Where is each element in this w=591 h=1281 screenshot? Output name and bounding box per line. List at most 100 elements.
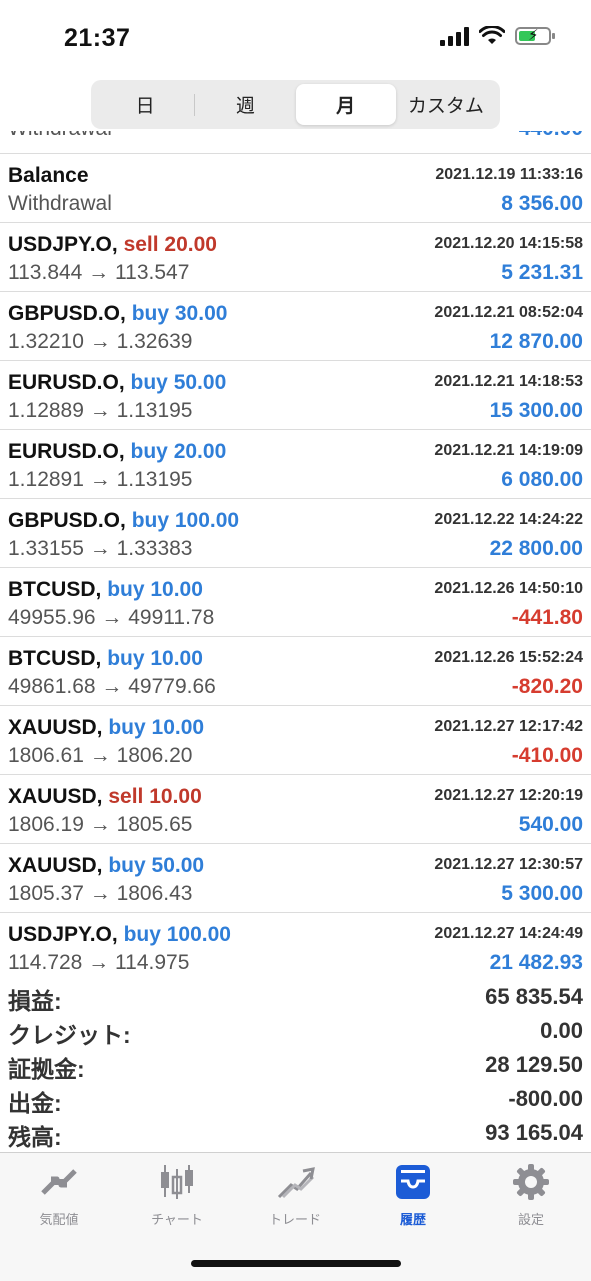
row-datetime: 2021.12.19 11:33:16: [435, 166, 583, 183]
wifi-icon: [479, 26, 505, 44]
row-title: GBPUSD.O, buy 30.00: [8, 302, 227, 326]
row-symbol: EURUSD.O,: [8, 440, 125, 463]
status-bar: 21:37 ⚡: [0, 0, 591, 78]
row-symbol: GBPUSD.O,: [8, 302, 126, 325]
row-title: BTCUSD, buy 10.00: [8, 578, 203, 602]
summary-label: クレジット:: [8, 1022, 131, 1048]
tab-label: 設定: [517, 1212, 544, 1227]
row-title: EURUSD.O, buy 20.00: [8, 440, 226, 464]
tab-trade[interactable]: トレード: [236, 1163, 354, 1228]
row-side: sell 20.00: [123, 233, 217, 256]
quotes-icon: [41, 1169, 77, 1195]
tab-label: 気配値: [39, 1212, 79, 1227]
history-row-partial[interactable]: Withdrawal 440.00: [0, 131, 591, 154]
summary-row: 損益: 65 835.54: [0, 980, 591, 1014]
summary-value: 0.00: [540, 1018, 583, 1043]
status-time: 21:37: [64, 24, 131, 52]
history-row[interactable]: USDJPY.O, sell 20.00 2021.12.20 14:15:58 1…: [0, 223, 591, 292]
summary-label: 損益:: [8, 988, 62, 1014]
row-side: buy 10.00: [107, 647, 203, 670]
row-amount: 8 356.00: [501, 192, 583, 215]
tab-chart[interactable]: チャート: [118, 1163, 236, 1228]
row-datetime: 2021.12.21 08:52:04: [434, 304, 583, 321]
row-title: USDJPY.O, sell 20.00: [8, 233, 217, 257]
history-row[interactable]: XAUUSD, sell 10.00 2021.12.27 12:20:19 180…: [0, 775, 591, 844]
segment-custom[interactable]: カスタム: [396, 84, 496, 125]
row-detail: 1.32210 → 1.32639: [8, 330, 193, 353]
row-symbol: GBPUSD.O,: [8, 509, 126, 532]
summary-label: 出金:: [8, 1090, 62, 1116]
row-amount: -441.80: [511, 606, 583, 629]
history-row[interactable]: GBPUSD.O, buy 30.00 2021.12.21 08:52:04 1.…: [0, 292, 591, 361]
summary-row: 出金: -800.00: [0, 1082, 591, 1116]
row-detail: 114.728 → 114.975: [8, 951, 190, 971]
row-side: buy 100.00: [131, 509, 240, 532]
row-side: buy 50.00: [108, 854, 205, 877]
row-datetime: 2021.12.27 12:20:19: [434, 787, 583, 804]
tab-quotes[interactable]: 気配値: [0, 1163, 118, 1228]
history-row[interactable]: BTCUSD, buy 10.00 2021.12.26 15:52:24 4986…: [0, 637, 591, 706]
row-side: buy 20.00: [130, 440, 227, 463]
segment-week[interactable]: 週: [195, 84, 295, 125]
history-row[interactable]: EURUSD.O, buy 50.00 2021.12.21 14:18:53 1.…: [0, 361, 591, 430]
row-detail: 1.33155 → 1.33383: [8, 537, 193, 560]
row-symbol: BTCUSD,: [8, 578, 102, 601]
row-detail: 1806.61 → 1806.20: [8, 744, 193, 767]
row-datetime: 2021.12.27 14:24:49: [434, 925, 583, 942]
tab-history[interactable]: 履歴: [354, 1163, 472, 1228]
row-datetime: 2021.12.20 14:15:58: [434, 235, 583, 252]
row-title: Balance: [8, 164, 89, 188]
row-datetime: 2021.12.21 14:18:53: [434, 373, 583, 390]
history-row[interactable]: Balance 2021.12.19 11:33:16 Withdrawal 8 35…: [0, 154, 591, 223]
row-amount: 22 800.00: [489, 537, 583, 560]
segment-month[interactable]: 月: [295, 84, 396, 125]
status-icons: ⚡: [440, 26, 555, 46]
row-datetime: 2021.12.27 12:30:57: [434, 856, 583, 873]
row-amount: 540.00: [518, 813, 583, 836]
row-amount: 5 231.31: [501, 261, 583, 284]
row-title: XAUUSD, buy 50.00: [8, 854, 204, 878]
history-icon: [396, 1165, 430, 1199]
tab-settings[interactable]: 設定: [472, 1163, 590, 1228]
history-row[interactable]: XAUUSD, buy 10.00 2021.12.27 12:17:42 1806…: [0, 706, 591, 775]
history-row[interactable]: XAUUSD, buy 50.00 2021.12.27 12:30:57 1805…: [0, 844, 591, 913]
summary-label: 証拠金:: [8, 1056, 85, 1082]
row-datetime: 2021.12.26 15:52:24: [434, 649, 583, 666]
period-segmented-control: 日 週 月 カスタム: [91, 80, 500, 129]
row-side: buy 30.00: [131, 302, 228, 325]
row-detail: 1806.19 → 1805.65: [8, 813, 193, 836]
home-indicator[interactable]: [191, 1260, 401, 1267]
row-amount: 12 870.00: [489, 330, 583, 353]
row-symbol: XAUUSD,: [8, 716, 103, 739]
summary-row: クレジット: 0.00: [0, 1014, 591, 1048]
row-datetime: 2021.12.22 14:24:22: [434, 511, 583, 528]
segment-day[interactable]: 日: [95, 84, 196, 125]
summary-label: 残高:: [8, 1124, 62, 1150]
history-row[interactable]: EURUSD.O, buy 20.00 2021.12.21 14:19:09 1.…: [0, 430, 591, 499]
battery-icon: ⚡: [515, 27, 555, 45]
row-amount: 6 080.00: [501, 468, 583, 491]
summary-value: 28 129.50: [485, 1052, 583, 1077]
row-datetime: 2021.12.21 14:19:09: [434, 442, 583, 459]
row-amount: -820.20: [511, 675, 583, 698]
row-side: buy 10.00: [107, 578, 203, 601]
row-title: BTCUSD, buy 10.00: [8, 647, 203, 671]
summary-row: 証拠金: 28 129.50: [0, 1048, 591, 1082]
row-amount: 440.00: [519, 131, 583, 141]
chart-icon: [161, 1165, 193, 1199]
summary-section: 損益: 65 835.54 クレジット: 0.00 証拠金: 28 129.50 出金: -8…: [0, 980, 591, 1150]
tab-label: トレード: [268, 1212, 321, 1227]
history-row[interactable]: GBPUSD.O, buy 100.00 2021.12.22 14:24:22 1…: [0, 499, 591, 568]
row-title: GBPUSD.O, buy 100.00: [8, 509, 239, 533]
row-title: XAUUSD, buy 10.00: [8, 716, 204, 740]
history-row[interactable]: BTCUSD, buy 10.00 2021.12.26 14:50:10 4995…: [0, 568, 591, 637]
history-row[interactable]: USDJPY.O, buy 100.00 2021.12.27 14:24:49 1…: [0, 913, 591, 971]
history-list[interactable]: Withdrawal 440.00 Balance 2021.12.19 11:3…: [0, 131, 591, 971]
settings-icon: [513, 1164, 549, 1200]
row-detail: Withdrawal: [8, 131, 112, 141]
row-side: buy 10.00: [108, 716, 205, 739]
row-detail: 1805.37 → 1806.43: [8, 882, 193, 905]
row-symbol: EURUSD.O,: [8, 371, 125, 394]
tab-label: 履歴: [399, 1212, 426, 1227]
row-side: buy 100.00: [123, 923, 231, 946]
